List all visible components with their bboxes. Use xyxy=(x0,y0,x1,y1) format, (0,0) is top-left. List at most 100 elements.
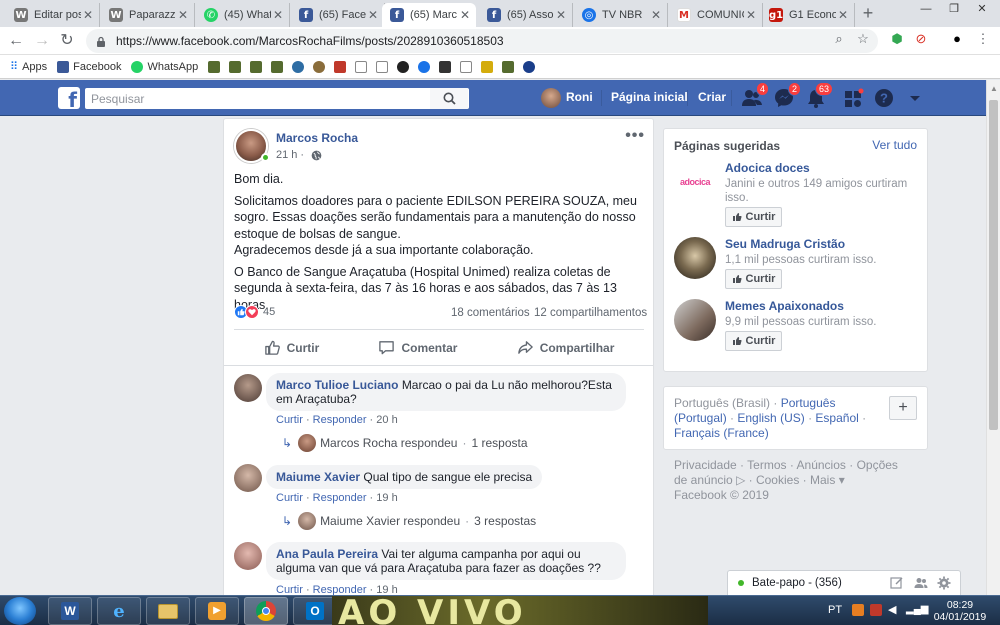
like-page-button[interactable]: Curtir xyxy=(725,331,782,351)
page-icon[interactable] xyxy=(376,60,389,73)
search-button[interactable] xyxy=(430,88,468,109)
comment-like-link[interactable]: Curtir xyxy=(276,414,303,426)
comment-button[interactable]: Comentar xyxy=(378,339,457,356)
user-avatar[interactable] xyxy=(541,88,561,108)
quick-help-button[interactable] xyxy=(842,87,864,109)
view-replies-link[interactable]: ↳ Marcos Rocha respondeu · 1 resposta xyxy=(282,434,528,452)
comment-author[interactable]: Marco Tulioe Luciano xyxy=(276,378,398,392)
bookmark-icon[interactable] xyxy=(502,60,515,73)
bookmark-icon[interactable] xyxy=(418,60,431,73)
comment-reply-link[interactable]: Responder xyxy=(313,414,367,426)
network-icon[interactable]: ▂▄▆ xyxy=(906,604,928,616)
post-author[interactable]: Marcos Rocha xyxy=(276,131,358,145)
share-button[interactable]: Compartilhar xyxy=(517,339,614,356)
new-tab-button[interactable]: + xyxy=(858,4,878,24)
new-group-icon[interactable] xyxy=(914,576,928,590)
friend-requests-button[interactable]: 4 xyxy=(741,82,769,109)
post-timestamp[interactable]: 21 h · xyxy=(276,149,322,161)
page-icon[interactable] xyxy=(460,60,473,73)
taskbar-media-player[interactable]: ▶ xyxy=(195,597,239,625)
bookmark-icon[interactable] xyxy=(439,60,452,73)
maximize-button[interactable]: ❐ xyxy=(940,0,968,20)
action-center-icon[interactable] xyxy=(870,604,882,616)
bookmark-facebook[interactable]: Facebook xyxy=(57,60,121,73)
reactions-summary[interactable]: 45 xyxy=(234,305,275,319)
browser-tab-active[interactable]: f (65) Marc ✕ xyxy=(382,3,476,27)
facebook-logo-icon[interactable]: f xyxy=(58,87,80,112)
page-name[interactable]: Seu Madruga Cristão xyxy=(725,237,845,251)
bookmark-icon[interactable] xyxy=(481,60,494,73)
comment-author[interactable]: Maiume Xavier xyxy=(276,470,360,484)
kebab-menu-icon[interactable]: ⋮ xyxy=(974,31,992,49)
page-icon[interactable] xyxy=(355,60,368,73)
bookmark-icon[interactable] xyxy=(523,60,536,73)
like-button[interactable]: Curtir xyxy=(264,339,319,356)
messages-button[interactable]: 2 xyxy=(773,82,801,109)
comment-time[interactable]: 19 h xyxy=(376,492,397,504)
extension-icon[interactable]: ⬢ xyxy=(888,31,906,49)
comment-author[interactable]: Ana Paula Pereira xyxy=(276,547,378,561)
language-link[interactable]: English (US) xyxy=(737,411,804,425)
taskbar-internet-explorer[interactable]: e xyxy=(97,597,141,625)
close-icon[interactable]: ✕ xyxy=(554,8,568,22)
search-input[interactable] xyxy=(85,88,469,109)
browser-tab[interactable]: g1 G1 Econo ✕ xyxy=(761,3,855,27)
comments-count-link[interactable]: 18 comentários xyxy=(451,307,530,319)
chat-bar[interactable]: Bate-papo - (356) xyxy=(727,570,961,595)
forward-arrow-icon[interactable]: → xyxy=(32,31,52,51)
taskbar-explorer[interactable] xyxy=(146,597,190,625)
address-bar[interactable]: https://www.facebook.com/MarcosRochaFilm… xyxy=(86,29,878,53)
close-icon[interactable]: ✕ xyxy=(176,8,190,22)
browser-tab[interactable]: ✆ (45) Whats ✕ xyxy=(196,3,290,27)
browser-tab[interactable]: f (65) Faceb ✕ xyxy=(291,3,385,27)
browser-tab[interactable]: W Editar pos ✕ xyxy=(6,3,100,27)
page-name[interactable]: Adocica doces xyxy=(725,161,810,175)
tray-app-icon[interactable] xyxy=(852,604,864,616)
taskbar-outlook[interactable]: O xyxy=(293,597,337,625)
home-link[interactable]: Página inicial xyxy=(611,90,688,104)
footer-link[interactable]: Anúncios xyxy=(797,458,846,472)
commenter-avatar[interactable] xyxy=(234,464,262,492)
comment-like-link[interactable]: Curtir xyxy=(276,492,303,504)
page-name[interactable]: Memes Apaixonados xyxy=(725,299,844,313)
shares-count-link[interactable]: 12 compartilhamentos xyxy=(534,307,647,319)
account-menu-button[interactable] xyxy=(904,87,926,109)
system-clock[interactable]: 08:29 04/01/2019 xyxy=(930,599,990,623)
profile-avatar[interactable]: ● xyxy=(948,31,966,49)
start-button[interactable] xyxy=(4,597,36,625)
star-icon[interactable]: ☆ xyxy=(854,31,872,49)
bookmark-icon[interactable] xyxy=(397,60,410,73)
extension-icon[interactable]: ⊘ xyxy=(912,31,930,49)
close-icon[interactable]: ✕ xyxy=(366,8,380,22)
bookmark-icon[interactable] xyxy=(292,60,305,73)
footer-link[interactable]: Cookies xyxy=(756,473,799,487)
footer-link[interactable]: Mais xyxy=(810,473,835,487)
like-page-button[interactable]: Curtir xyxy=(725,269,782,289)
compose-icon[interactable] xyxy=(890,576,904,590)
bookmark-whatsapp[interactable]: WhatsApp xyxy=(131,60,198,73)
scrollbar-thumb[interactable] xyxy=(989,100,998,430)
bookmark-icon[interactable] xyxy=(334,60,347,73)
help-button[interactable]: ? xyxy=(873,87,895,109)
footer-link[interactable]: Termos xyxy=(747,458,786,472)
create-link[interactable]: Criar xyxy=(698,90,726,104)
zoom-icon[interactable]: ⌕ xyxy=(830,31,848,49)
page-picture[interactable] xyxy=(674,237,716,279)
comment-time[interactable]: 20 h xyxy=(376,414,397,426)
bookmark-icon[interactable] xyxy=(208,60,221,73)
volume-icon[interactable]: ◀ xyxy=(888,604,900,616)
back-arrow-icon[interactable]: ← xyxy=(6,31,26,51)
minimize-button[interactable]: — xyxy=(912,0,940,20)
notifications-button[interactable]: 63 xyxy=(805,82,833,109)
close-icon[interactable]: ✕ xyxy=(649,8,663,22)
close-icon[interactable]: ✕ xyxy=(836,8,850,22)
post-options-icon[interactable]: ••• xyxy=(625,127,645,145)
page-logo[interactable]: adocica xyxy=(674,161,716,203)
commenter-avatar[interactable] xyxy=(234,374,262,402)
taskbar-word[interactable]: W xyxy=(48,597,92,625)
browser-tab[interactable]: ◎ TV NBR ✕ xyxy=(574,3,668,27)
commenter-avatar[interactable] xyxy=(234,542,262,570)
close-icon[interactable]: ✕ xyxy=(458,8,472,22)
scroll-up-icon[interactable]: ▲ xyxy=(990,84,998,93)
like-page-button[interactable]: Curtir xyxy=(725,207,782,227)
